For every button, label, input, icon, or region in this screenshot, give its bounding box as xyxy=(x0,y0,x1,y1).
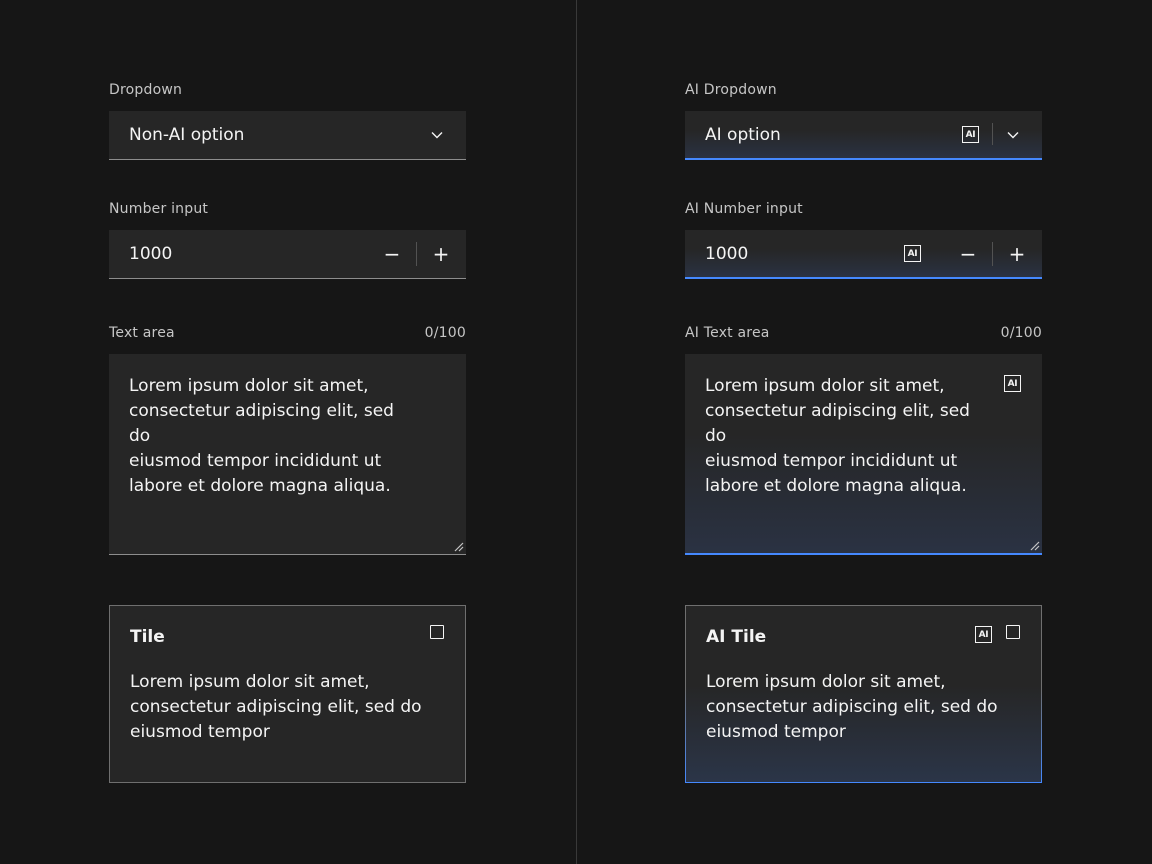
ai-dropdown-label: AI Dropdown xyxy=(685,82,777,98)
number-input[interactable]: 1000 − + xyxy=(109,230,466,279)
ai-dropdown-label-row: AI Dropdown xyxy=(685,82,1042,98)
stepper-divider xyxy=(992,242,993,266)
text-line: eiusmod tempor xyxy=(706,722,846,742)
text-line: Lorem ipsum dolor sit amet, xyxy=(130,672,370,692)
ai-text-area-label-row: AI Text area 0/100 xyxy=(685,325,1042,341)
ai-text-area-label: AI Text area xyxy=(685,325,770,341)
ai-tile-body: Lorem ipsum dolor sit amet, consectetur … xyxy=(706,670,1006,745)
dropdown-label: Dropdown xyxy=(109,82,183,98)
dropdown[interactable]: Non-AI option xyxy=(109,111,466,160)
ai-number-input-label-row: AI Number input xyxy=(685,201,1042,217)
stepper-divider xyxy=(416,242,417,266)
ai-number-input-value[interactable]: 1000 xyxy=(705,244,748,264)
chevron-down-icon[interactable] xyxy=(429,127,445,143)
number-input-label-row: Number input xyxy=(109,201,466,217)
resize-handle-icon[interactable] xyxy=(454,542,464,552)
ai-dropdown[interactable]: AI option AI xyxy=(685,111,1042,160)
text-line: consectetur adipiscing elit, sed do xyxy=(706,697,998,717)
text-area-label: Text area xyxy=(109,325,175,341)
number-input-label: Number input xyxy=(109,201,209,217)
ai-text-area[interactable]: Lorem ipsum dolor sit amet, consectetur … xyxy=(685,354,1042,555)
text-line: eiusmod tempor xyxy=(130,722,270,742)
ai-text-area-content[interactable]: Lorem ipsum dolor sit amet, consectetur … xyxy=(705,374,995,499)
text-area-counter: 0/100 xyxy=(424,325,466,341)
ai-text-area-counter: 0/100 xyxy=(1000,325,1042,341)
text-line: labore et dolore magna aliqua. xyxy=(129,476,391,496)
chevron-down-icon[interactable] xyxy=(1005,127,1021,143)
text-line: consectetur adipiscing elit, sed do xyxy=(130,697,422,717)
text-line: consectetur adipiscing elit, sed do xyxy=(129,401,394,446)
text-line: labore et dolore magna aliqua. xyxy=(705,476,967,496)
increment-button[interactable]: + xyxy=(1005,242,1029,266)
dropdown-label-row: Dropdown xyxy=(109,82,466,98)
increment-button[interactable]: + xyxy=(429,242,453,266)
ai-number-input-label: AI Number input xyxy=(685,201,803,217)
ai-dropdown-selected-value: AI option xyxy=(705,125,781,145)
text-area[interactable]: Lorem ipsum dolor sit amet, consectetur … xyxy=(109,354,466,555)
ai-label-icon[interactable]: AI xyxy=(904,245,921,262)
text-line: Lorem ipsum dolor sit amet, xyxy=(706,672,946,692)
decrement-button[interactable]: − xyxy=(956,242,980,266)
text-line: Lorem ipsum dolor sit amet, xyxy=(705,376,945,396)
resize-handle-icon[interactable] xyxy=(1030,541,1040,551)
dropdown-selected-value: Non-AI option xyxy=(129,125,245,145)
tile-title: Tile xyxy=(130,627,165,647)
text-line: eiusmod tempor incididunt ut xyxy=(705,451,958,471)
tile-checkbox[interactable] xyxy=(1006,625,1020,639)
number-input-value[interactable]: 1000 xyxy=(129,244,172,264)
tile-body: Lorem ipsum dolor sit amet, consectetur … xyxy=(130,670,430,745)
text-area-content[interactable]: Lorem ipsum dolor sit amet, consectetur … xyxy=(129,374,419,499)
dropdown-divider xyxy=(992,123,993,145)
decrement-button[interactable]: − xyxy=(380,242,404,266)
selectable-tile[interactable]: Tile Lorem ipsum dolor sit amet, consect… xyxy=(109,605,466,783)
ai-tile-title: AI Tile xyxy=(706,627,767,647)
ai-label-icon[interactable]: AI xyxy=(975,626,992,643)
column-divider xyxy=(576,0,577,864)
text-line: eiusmod tempor incididunt ut xyxy=(129,451,382,471)
text-line: Lorem ipsum dolor sit amet, xyxy=(129,376,369,396)
ai-label-icon[interactable]: AI xyxy=(962,126,979,143)
text-line: consectetur adipiscing elit, sed do xyxy=(705,401,970,446)
text-area-label-row: Text area 0/100 xyxy=(109,325,466,341)
tile-checkbox[interactable] xyxy=(430,625,444,639)
ai-number-input[interactable]: 1000 AI − + xyxy=(685,230,1042,279)
ai-label-icon[interactable]: AI xyxy=(1004,375,1021,392)
ai-selectable-tile[interactable]: AI Tile AI Lorem ipsum dolor sit amet, c… xyxy=(685,605,1042,783)
